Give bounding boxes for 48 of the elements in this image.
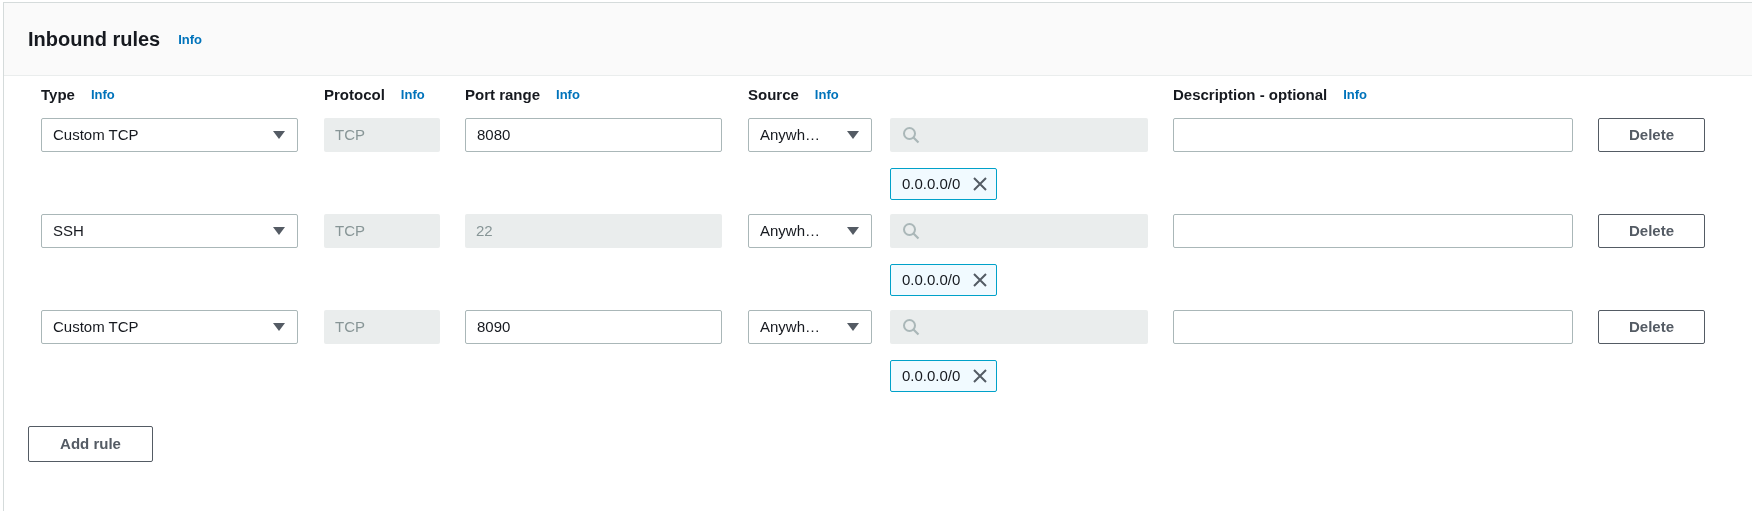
protocol-field: TCP	[324, 310, 440, 344]
type-select[interactable]: SSH	[41, 214, 298, 248]
search-field[interactable]	[890, 118, 1148, 152]
column-header: Source	[748, 84, 799, 105]
search-icon	[902, 126, 920, 144]
port-range-field[interactable]: 8090	[465, 310, 722, 344]
protocol-field: TCP	[324, 214, 440, 248]
source-select[interactable]: Anywh…	[748, 310, 872, 344]
search-icon	[902, 318, 920, 336]
add-rule-button[interactable]: Add rule	[28, 426, 153, 462]
token-label: 0.0.0.0/0	[902, 365, 961, 386]
info-link[interactable]: Info	[556, 85, 580, 105]
description-field[interactable]	[1173, 310, 1573, 344]
delete-button[interactable]: Delete	[1598, 214, 1705, 248]
description-field[interactable]	[1173, 214, 1573, 248]
close-icon[interactable]	[972, 272, 989, 288]
search-icon	[902, 222, 920, 240]
caret-icon	[846, 226, 860, 236]
info-link[interactable]: Info	[1343, 85, 1367, 105]
caret-icon	[846, 130, 860, 140]
panel-title: Inbound rules	[28, 27, 161, 52]
search-field[interactable]	[890, 214, 1148, 248]
token-label: 0.0.0.0/0	[902, 173, 961, 194]
protocol-field: TCP	[324, 118, 440, 152]
search-field[interactable]	[890, 310, 1148, 344]
column-header: Type	[41, 84, 75, 105]
type-select[interactable]: Custom TCP	[41, 310, 298, 344]
info-link[interactable]: Info	[814, 85, 839, 105]
description-field[interactable]	[1173, 118, 1573, 152]
port-range-field[interactable]: 8080	[465, 118, 722, 152]
source-select[interactable]: Anywh…	[748, 118, 872, 152]
caret-icon	[272, 226, 286, 236]
column-header: Description - optional	[1173, 84, 1328, 105]
info-link[interactable]: Info	[178, 30, 203, 50]
info-link[interactable]: Info	[400, 85, 425, 105]
source-select[interactable]: Anywh…	[748, 214, 872, 248]
caret-icon	[272, 322, 286, 332]
column-header: Port range	[465, 84, 540, 105]
caret-icon	[272, 130, 286, 140]
close-icon[interactable]	[972, 176, 989, 192]
column-header: Protocol	[324, 84, 385, 105]
delete-button[interactable]: Delete	[1598, 310, 1705, 344]
close-icon[interactable]	[972, 368, 989, 384]
info-link[interactable]: Info	[90, 85, 115, 105]
caret-icon	[846, 322, 860, 332]
delete-button[interactable]: Delete	[1598, 118, 1705, 152]
token-label: 0.0.0.0/0	[902, 269, 961, 290]
type-select[interactable]: Custom TCP	[41, 118, 298, 152]
